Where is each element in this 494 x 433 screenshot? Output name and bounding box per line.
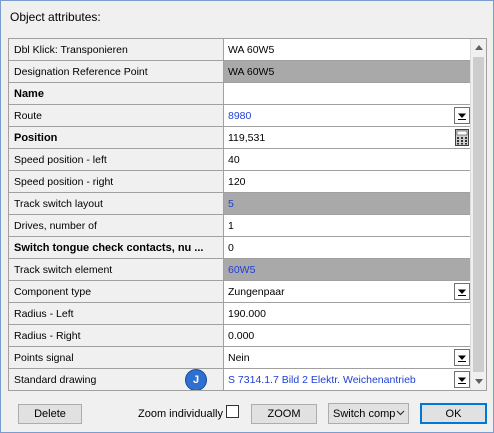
attribute-value-text: Zungenpaar [228, 285, 285, 298]
attribute-value[interactable]: 0.000 [224, 325, 471, 346]
attribute-value[interactable]: 190.000 [224, 303, 471, 324]
scroll-up-arrow-icon[interactable] [471, 39, 486, 56]
attribute-value: 5 [224, 193, 471, 214]
attribute-value-text: 40 [228, 153, 240, 166]
attribute-name: Radius - Left [9, 303, 224, 324]
attribute-value[interactable] [224, 83, 471, 104]
attribute-value-text: Nein [228, 351, 250, 364]
user-badge-icon: J [186, 370, 206, 390]
attribute-value-text: WA 60W5 [228, 43, 275, 56]
zoom-individually-label: Zoom individually [138, 408, 223, 420]
attribute-row[interactable]: Radius - Right 0.000 [9, 325, 471, 347]
attribute-value-text: 0 [228, 241, 234, 254]
scroll-down-arrow-icon[interactable] [471, 373, 486, 390]
attribute-row[interactable]: Radius - Left 190.000 [9, 303, 471, 325]
attribute-name: Name [9, 83, 224, 104]
chevron-down-icon [396, 408, 405, 420]
attribute-name: Component type [9, 281, 224, 302]
attribute-value-text: 5 [228, 197, 234, 210]
attribute-name: Dbl Klick: Transponieren [9, 39, 224, 60]
attribute-name: Track switch layout [9, 193, 224, 214]
attribute-row[interactable]: Component type Zungenpaar [9, 281, 471, 303]
attribute-name: Designation Reference Point [9, 61, 224, 82]
attribute-row[interactable]: Route 8980 [9, 105, 471, 127]
attribute-row[interactable]: Points signal Nein [9, 347, 471, 369]
attribute-value[interactable]: 40 [224, 149, 471, 170]
attribute-value: WA 60W5 [224, 61, 471, 82]
attribute-value: 60W5 [224, 259, 471, 280]
attribute-value-text: 60W5 [228, 263, 256, 276]
attribute-row[interactable]: Switch tongue check contacts, nu ... 0 [9, 237, 471, 259]
attribute-name: Route [9, 105, 224, 126]
dropdown-arrow-icon[interactable] [454, 283, 470, 300]
dialog-title: Object attributes: [10, 10, 101, 24]
attribute-value-text: WA 60W5 [228, 65, 275, 78]
dropdown-arrow-icon[interactable] [454, 107, 470, 124]
attribute-name: Track switch element [9, 259, 224, 280]
attribute-value[interactable]: 0 [224, 237, 471, 258]
attribute-value[interactable]: WA 60W5 [224, 39, 471, 60]
attribute-name: Speed position - right [9, 171, 224, 192]
attribute-row[interactable]: Dbl Klick: Transponieren WA 60W5 [9, 39, 471, 61]
attribute-name: Switch tongue check contacts, nu ... [9, 237, 224, 258]
zoom-button[interactable]: ZOOM [251, 404, 317, 424]
switch-component-value: Switch comp [333, 407, 395, 420]
attribute-rows: Dbl Klick: Transponieren WA 60W5 Designati… [9, 39, 471, 390]
attribute-row[interactable]: Track switch layout 5 [9, 193, 471, 215]
dropdown-arrow-icon[interactable] [454, 371, 470, 388]
dropdown-arrow-icon[interactable] [454, 349, 470, 366]
attribute-name: Points signal [9, 347, 224, 368]
attribute-row[interactable]: Speed position - left 40 [9, 149, 471, 171]
attribute-grid: Dbl Klick: Transponieren WA 60W5 Designati… [8, 38, 487, 391]
attribute-value-text: 119,531 [228, 131, 266, 144]
attribute-name: Drives, number of [9, 215, 224, 236]
attribute-row[interactable]: Drives, number of 1 [9, 215, 471, 237]
vertical-scrollbar[interactable] [470, 39, 486, 390]
attribute-value[interactable]: Zungenpaar [224, 281, 471, 302]
attribute-value[interactable]: Nein [224, 347, 471, 368]
attribute-row[interactable]: Track switch element 60W5 [9, 259, 471, 281]
attribute-value[interactable]: 120 [224, 171, 471, 192]
attribute-value[interactable]: 8980 [224, 105, 471, 126]
object-attributes-dialog: Object attributes: Dbl Klick: Transponie… [0, 0, 494, 433]
attribute-value-text: 190.000 [228, 307, 266, 320]
scrollbar-thumb[interactable] [473, 57, 484, 372]
ok-button[interactable]: OK [420, 403, 487, 424]
attribute-value-text: 0.000 [228, 329, 255, 342]
attribute-row[interactable]: Standard drawing S 7314.1.7 Bild 2 Elektr… [9, 369, 471, 390]
attribute-name: Position [9, 127, 224, 148]
attribute-value-text: S 7314.1.7 Bild 2 Elektr. Weichenantrieb [228, 373, 416, 386]
switch-component-select[interactable]: Switch comp [328, 403, 409, 424]
attribute-value[interactable]: 119,531 [224, 127, 471, 148]
attribute-row[interactable]: Position 119,531 [9, 127, 471, 149]
attribute-name: Radius - Right [9, 325, 224, 346]
delete-button[interactable]: Delete [18, 404, 82, 424]
attribute-value[interactable]: S 7314.1.7 Bild 2 Elektr. Weichenantrieb… [186, 369, 471, 390]
attribute-value-text: 1 [228, 219, 234, 232]
attribute-row[interactable]: Name [9, 83, 471, 105]
attribute-value-text: 8980 [228, 109, 252, 122]
attribute-row[interactable]: Speed position - right 120 [9, 171, 471, 193]
attribute-value[interactable]: 1 [224, 215, 471, 236]
attribute-row[interactable]: Designation Reference Point WA 60W5 [9, 61, 471, 83]
attribute-value-text: 120 [228, 175, 246, 188]
attribute-name: Speed position - left [9, 149, 224, 170]
calculator-icon[interactable] [453, 128, 470, 147]
zoom-individually-checkbox[interactable] [226, 405, 239, 418]
